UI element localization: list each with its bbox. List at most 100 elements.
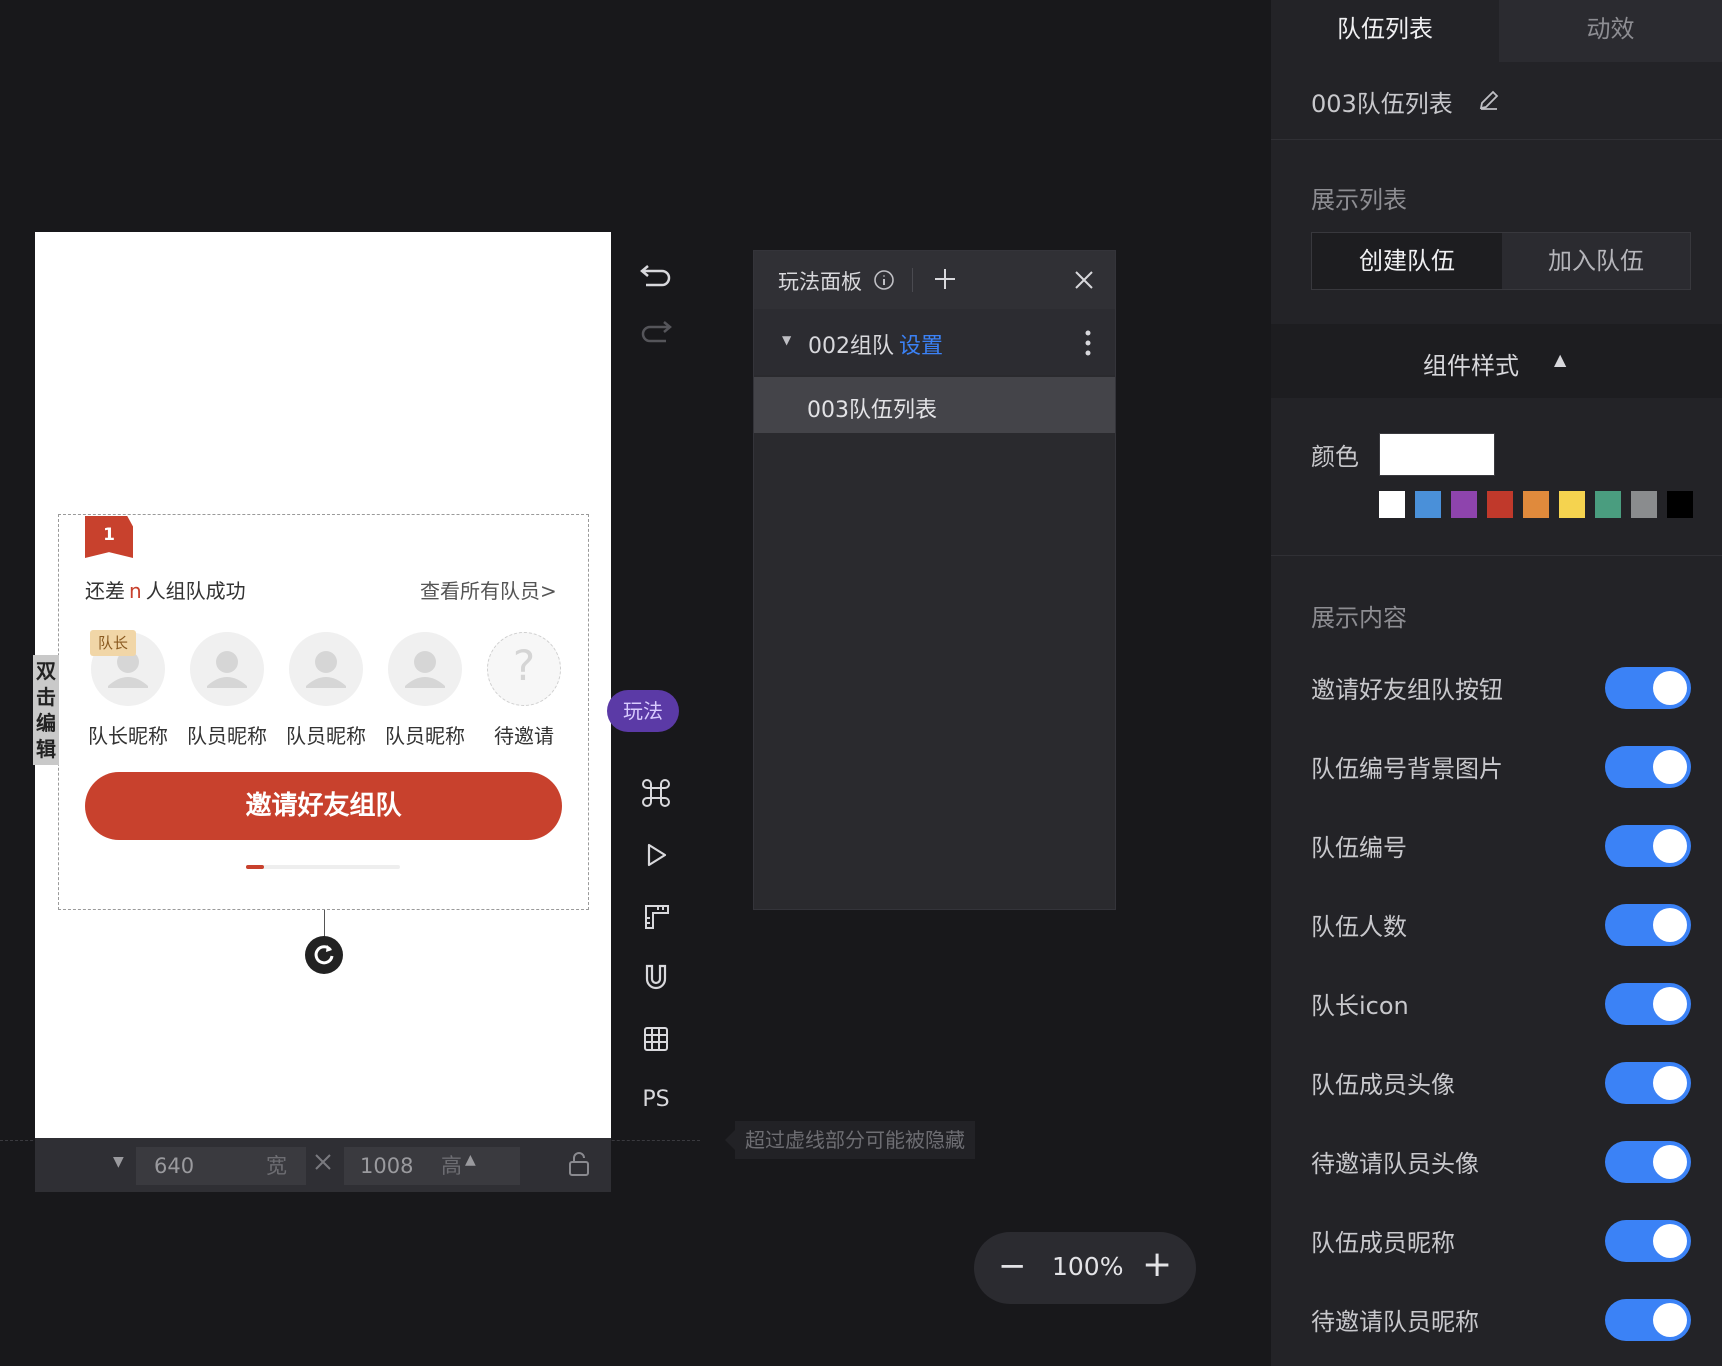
toggle-label: 队伍成员头像 (1311, 1071, 1455, 1099)
toggle-switch[interactable] (1605, 1299, 1691, 1341)
color-swatch[interactable] (1451, 491, 1477, 518)
color-value-box[interactable] (1379, 433, 1495, 476)
toggle-label: 队伍编号 (1311, 834, 1407, 862)
preset-dropdown-icon[interactable]: ▼ (113, 1154, 124, 1170)
double-click-edit-tag[interactable]: 双击编辑 (33, 655, 59, 765)
team-list-component-selection[interactable] (58, 514, 589, 910)
list-segmented-control: 创建队伍 加入队伍 (1311, 232, 1691, 290)
tree-item-team-list[interactable]: 003队伍列表 (754, 377, 1115, 433)
color-swatch[interactable] (1667, 491, 1693, 518)
toggle-switch[interactable] (1605, 983, 1691, 1025)
toggle-label: 待邀请队员头像 (1311, 1150, 1479, 1178)
canvas-size-bar: ▼ 640 宽 1008 高 ▲ (35, 1138, 611, 1192)
times-icon (312, 1151, 334, 1177)
toggle-knob (1653, 908, 1687, 942)
toggle-row: 队伍编号背景图片 (1271, 737, 1722, 797)
properties-panel: 队伍列表 动效 003队伍列表 展示列表 创建队伍 加入队伍 组件样式 ▲ 颜色… (1271, 0, 1722, 1366)
play-toggle-pill[interactable]: 玩法 (607, 690, 679, 732)
color-swatch[interactable] (1487, 491, 1513, 518)
ruler-icon[interactable] (636, 896, 676, 936)
more-options-icon[interactable] (1084, 329, 1092, 361)
team-number-badge: 1 (85, 516, 133, 558)
toggle-row: 队伍编号 (1271, 816, 1722, 876)
toggle-switch[interactable] (1605, 667, 1691, 709)
play-icon[interactable] (636, 835, 676, 875)
caret-up-icon[interactable]: ▲ (465, 1152, 476, 1168)
color-swatch[interactable] (1379, 491, 1405, 518)
toggle-row: 队伍人数 (1271, 895, 1722, 955)
invite-friends-button[interactable]: 邀请好友组队 (85, 772, 562, 840)
toggle-row: 队伍成员昵称 (1271, 1211, 1722, 1271)
magnet-icon[interactable] (636, 957, 676, 997)
toggle-switch[interactable] (1605, 746, 1691, 788)
pending-avatar: ? (487, 632, 561, 706)
display-list-title: 展示列表 (1311, 186, 1407, 214)
team-status-text: 还差 n 人组队成功 (85, 579, 246, 603)
toggle-switch[interactable] (1605, 1062, 1691, 1104)
member-avatar (388, 632, 462, 706)
lock-icon[interactable] (567, 1151, 591, 1181)
collapse-caret-icon[interactable]: ▲ (1554, 350, 1566, 369)
play-panel-header: 玩法面板 (754, 251, 1115, 309)
toggle-label: 邀请好友组队按钮 (1311, 676, 1503, 704)
zoom-control: − 100% + (974, 1232, 1196, 1304)
tab-animation[interactable]: 动效 (1499, 0, 1722, 62)
toggle-switch[interactable] (1605, 904, 1691, 946)
ps-button[interactable]: PS (636, 1080, 676, 1120)
rotate-handle-icon[interactable] (305, 936, 343, 974)
style-section-header[interactable]: 组件样式 ▲ (1271, 324, 1722, 398)
member-nickname: 队员昵称 (187, 724, 267, 748)
toggle-knob (1653, 750, 1687, 784)
color-swatch[interactable] (1523, 491, 1549, 518)
member-nickname: 队员昵称 (385, 724, 465, 748)
toggle-switch[interactable] (1605, 825, 1691, 867)
toggle-row: 队伍成员头像 (1271, 1053, 1722, 1113)
color-swatch[interactable] (1415, 491, 1441, 518)
member-avatar (289, 632, 363, 706)
toggle-knob (1653, 829, 1687, 863)
info-icon[interactable] (873, 269, 895, 295)
tree-item-label: 003队伍列表 (807, 398, 937, 423)
component-name: 003队伍列表 (1311, 90, 1453, 118)
color-swatch[interactable] (1595, 491, 1621, 518)
overflow-hint: 超过虚线部分可能被隐藏 (725, 1121, 975, 1159)
toggle-label: 队伍编号背景图片 (1311, 755, 1503, 783)
view-all-members-link[interactable]: 查看所有队员> (420, 575, 557, 604)
add-icon[interactable] (932, 266, 958, 296)
color-label: 颜色 (1311, 443, 1359, 471)
toggle-row: 待邀请队员昵称 (1271, 1290, 1722, 1350)
component-name-row: 003队伍列表 (1271, 62, 1722, 140)
zoom-in-button[interactable]: + (1142, 1244, 1172, 1285)
color-swatch[interactable] (1631, 491, 1657, 518)
header-divider (912, 268, 913, 292)
edit-pencil-icon[interactable] (1477, 88, 1501, 116)
question-mark-icon: ? (512, 641, 536, 690)
toggle-switch[interactable] (1605, 1141, 1691, 1183)
width-field[interactable]: 640 宽 (136, 1147, 306, 1185)
toggle-switch[interactable] (1605, 1220, 1691, 1262)
tab-team-list[interactable]: 队伍列表 (1271, 0, 1499, 62)
command-icon[interactable] (636, 773, 676, 813)
tree-item-group[interactable]: ▼ 002组队 设置 (754, 309, 1115, 375)
grid-icon[interactable] (636, 1019, 676, 1059)
close-icon[interactable] (1072, 268, 1096, 296)
member-avatar (190, 632, 264, 706)
height-field[interactable]: 1008 高 (344, 1147, 520, 1185)
toggle-row: 队长icon (1271, 974, 1722, 1034)
page-indicator-fill (246, 865, 265, 869)
segment-create-team[interactable]: 创建队伍 (1312, 233, 1502, 289)
color-swatch[interactable] (1559, 491, 1585, 518)
group-name: 002组队 (808, 334, 894, 359)
leader-nickname: 队长昵称 (88, 724, 168, 748)
group-settings-link[interactable]: 设置 (899, 328, 943, 360)
display-content-title: 展示内容 (1311, 604, 1407, 632)
undo-icon[interactable] (636, 254, 676, 294)
toggle-label: 队长icon (1311, 992, 1409, 1020)
segment-join-team[interactable]: 加入队伍 (1502, 233, 1690, 289)
pending-nickname: 待邀请 (494, 724, 554, 748)
play-panel-title: 玩法面板 (778, 270, 862, 294)
redo-icon[interactable] (636, 310, 676, 350)
expand-caret-icon[interactable]: ▼ (782, 333, 791, 347)
zoom-out-button[interactable]: − (998, 1246, 1027, 1286)
toggle-label: 队伍人数 (1311, 913, 1407, 941)
